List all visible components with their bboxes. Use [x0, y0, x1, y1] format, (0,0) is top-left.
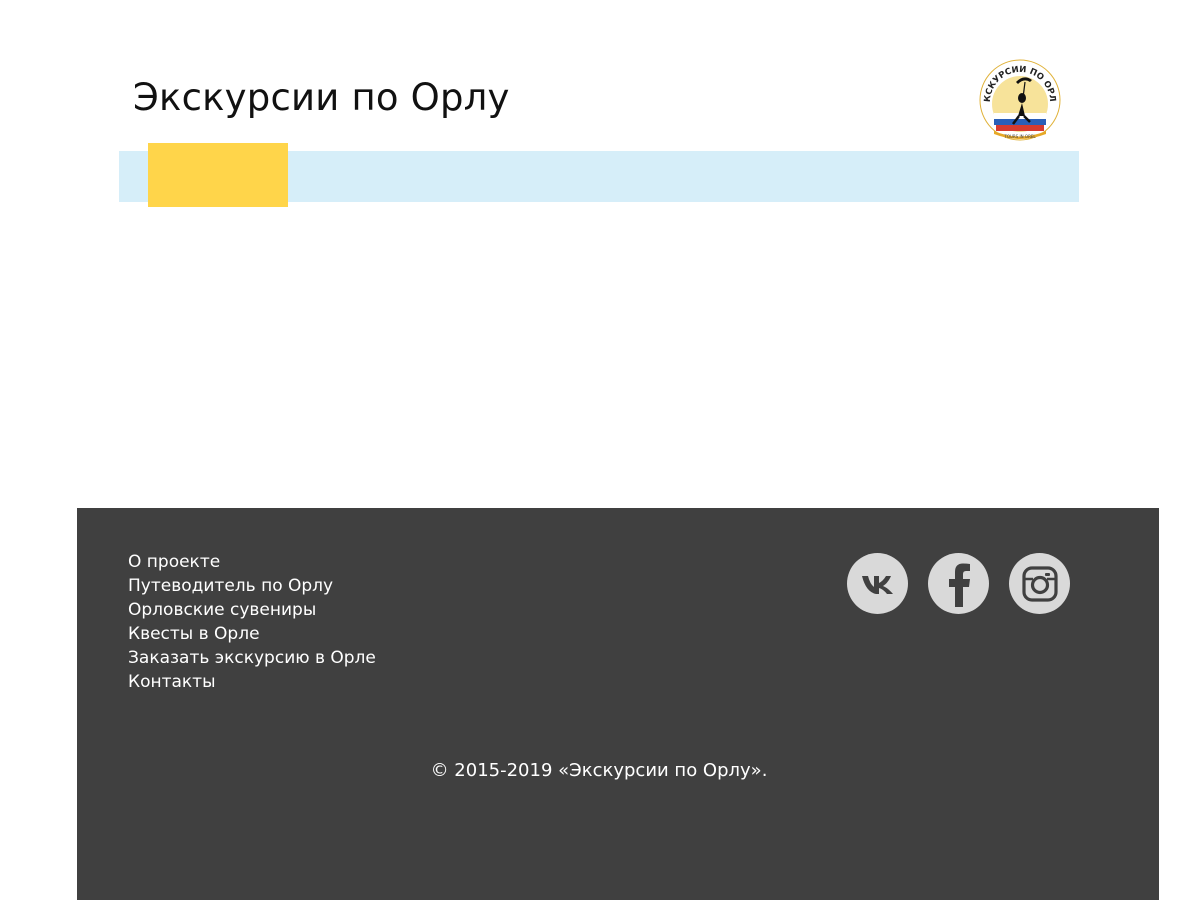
svg-text:TOURS IN OREL: TOURS IN OREL	[1003, 134, 1036, 139]
vk-button[interactable]	[847, 553, 908, 614]
copyright-text: © 2015-2019 «Экскурсии по Орлу».	[430, 760, 768, 781]
site-title[interactable]: Экскурсии по Орлу	[133, 76, 510, 119]
footer-link-quests[interactable]: Квесты в Орле	[128, 624, 260, 644]
footer-link-item: Орловские сувениры	[128, 598, 376, 622]
footer-link-order-tour[interactable]: Заказать экскурсию в Орле	[128, 648, 376, 668]
footer-link-item: Заказать экскурсию в Орле	[128, 646, 376, 670]
footer-link-item: Путеводитель по Орлу	[128, 574, 376, 598]
facebook-button[interactable]	[928, 553, 989, 614]
page: Экскурсии по Орлу ЭКСКУРСИИ ПО ОРЛУ	[0, 0, 1200, 900]
site-logo[interactable]: ЭКСКУРСИИ ПО ОРЛУ TOURS IN OREL	[975, 51, 1062, 142]
site-footer: О проекте Путеводитель по Орлу Орловские…	[77, 508, 1159, 900]
footer-link-about[interactable]: О проекте	[128, 552, 220, 572]
vk-icon	[861, 575, 893, 594]
instagram-button[interactable]	[1009, 553, 1070, 614]
footer-links: О проекте Путеводитель по Орлу Орловские…	[128, 550, 376, 694]
facebook-icon	[948, 563, 970, 607]
footer-link-item: Квесты в Орле	[128, 622, 376, 646]
nav-item-active[interactable]	[148, 143, 288, 207]
footer-link-guide[interactable]: Путеводитель по Орлу	[128, 576, 333, 596]
social-links	[847, 553, 1070, 614]
footer-link-item: О проекте	[128, 550, 376, 574]
instagram-icon	[1021, 565, 1058, 602]
footer-link-contacts[interactable]: Контакты	[128, 672, 216, 692]
footer-link-item: Контакты	[128, 670, 376, 694]
footer-link-souvenirs[interactable]: Орловские сувениры	[128, 600, 316, 620]
excursion-logo-icon: ЭКСКУРСИИ ПО ОРЛУ TOURS IN OREL	[975, 51, 1061, 141]
